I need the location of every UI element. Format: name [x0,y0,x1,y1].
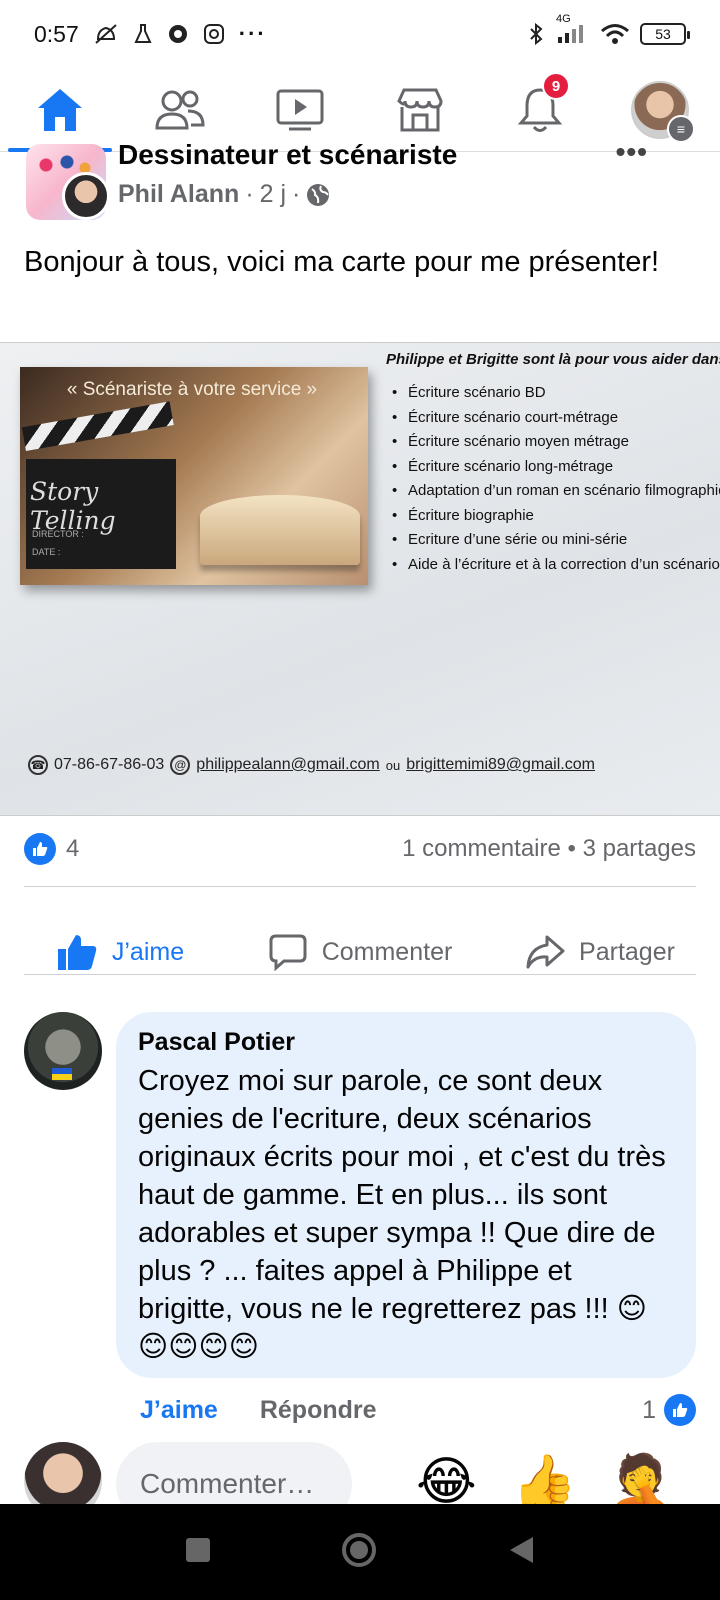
app-notification-icon [133,23,153,45]
service-item: Écriture biographie [392,504,720,529]
bluetooth-icon [528,22,544,46]
card-email-2: brigittemimi89@gmail.com [406,756,595,773]
globe-icon [307,183,330,206]
card-photo: « Scénariste à votre service » Story Tel… [20,367,368,585]
notifications-tab[interactable]: 9 [480,68,600,151]
comments-shares-count[interactable]: 1 commentaire • 3 partages [402,835,696,863]
like-reaction-icon [664,1394,696,1426]
post-author[interactable]: Phil Alann [118,180,239,209]
divider [24,974,696,975]
profile-avatar: ≡ [631,80,695,143]
post-time[interactable]: 2 j [260,180,286,209]
card-slogan: « Scénariste à votre service » [66,379,318,400]
battery-level: 53 [655,26,671,42]
card-email-1: philippealann@gmail.com [196,756,380,773]
notification-badge: 9 [542,72,570,100]
clapper-director: DIRECTOR : [32,529,84,539]
shop-icon [397,88,443,131]
reaction-count: 4 [66,835,80,862]
comment-actions: J’aime Répondre 1 [140,1390,696,1430]
share-label: Partager [579,937,675,966]
comment-reactions[interactable]: 1 [642,1394,696,1426]
recents-button[interactable] [185,1537,211,1568]
status-bar: 0:57 ··· 4G 53 [0,0,720,68]
like-reaction-icon [24,833,56,865]
more-notifications-icon: ··· [238,21,267,46]
comment-author[interactable]: Pascal Potier [138,1026,674,1058]
facepalm-sticker-reaction[interactable]: 🤦 [608,1452,673,1512]
home-button[interactable] [341,1532,377,1573]
author-avatar[interactable] [62,172,110,220]
service-item: Ecriture d’une série ou mini-série [392,528,720,553]
laughing-emoji-reaction[interactable]: 😂 [416,1452,477,1512]
service-item: Adaptation d’un roman en scénario filmog… [392,479,720,504]
friends-tab[interactable] [120,68,240,151]
phone-icon: ☎ [28,755,48,775]
clapperboard-image: Story Telling DIRECTOR : DATE : [21,401,176,569]
battery-icon: 53 [640,23,690,45]
thumbs-up-sticker-reaction[interactable]: 👍 [512,1452,577,1512]
book-image [200,495,360,565]
marketplace-tab[interactable] [360,68,480,151]
comment-input-placeholder: Commenter… [140,1468,315,1499]
comment-like-button[interactable]: J’aime [140,1396,218,1425]
comment-reply-button[interactable]: Répondre [260,1396,377,1425]
service-item: Écriture scénario court-métrage [392,406,720,431]
home-tab[interactable] [0,68,120,152]
card-phone: 07-86-67-86-03 [54,756,165,773]
post-header: Dessinateur et scénariste Phil Alann · 2… [26,136,696,220]
like-button[interactable]: J’aime [0,906,240,998]
friends-icon [155,90,205,129]
instagram-icon [203,23,225,45]
comment-button[interactable]: Commenter [240,906,480,998]
home-icon [38,88,82,131]
network-type: 4G [556,13,571,25]
chrome-icon [167,23,189,45]
circle-icon [342,1532,376,1567]
card-heading: Philippe et Brigitte sont là pour vous a… [386,351,720,368]
square-icon [186,1537,210,1562]
card-or: ou [385,757,401,773]
comment-reaction-count: 1 [642,1395,656,1424]
post-text: Bonjour à tous, voici ma carte pour me p… [24,246,660,278]
comment-bubble[interactable]: Pascal Potier Croyez moi sur parole, ce … [116,1012,696,1378]
thumbs-up-icon [57,935,97,970]
comment-icon [269,934,307,971]
clapper-fields: DIRECTOR : DATE : [32,525,84,561]
commenter-avatar[interactable] [24,1012,102,1090]
services-list: Écriture scénario BD Écriture scénario c… [392,381,720,577]
status-time: 0:57 [34,20,79,47]
wifi-icon [600,23,630,45]
meta-separator: · [245,180,254,208]
post-image[interactable]: « Scénariste à votre service » Story Tel… [0,342,720,816]
post-more-button[interactable]: ••• [616,136,648,168]
like-label: J’aime [111,937,185,966]
service-item: Aide à l’écriture et à la correction d’u… [392,553,720,578]
card-contact: ☎ 07-86-67-86-03 @ philippealann@gmail.c… [28,755,595,775]
comment-text: Croyez moi sur parole, ce sont deux geni… [138,1065,666,1363]
service-item: Écriture scénario moyen métrage [392,430,720,455]
comment-label: Commenter [321,937,453,966]
share-button[interactable]: Partager [480,906,720,998]
post-actions: J’aime Commenter Partager [0,906,720,998]
share-icon [526,935,565,969]
android-nav-bar [0,1504,720,1600]
triangle-back-icon [510,1536,533,1563]
do-not-disturb-icon [93,22,119,46]
service-item: Écriture scénario long-métrage [392,455,720,480]
service-item: Écriture scénario BD [392,381,720,406]
video-icon [276,89,324,130]
signal-icon: 4G [554,13,590,45]
meta-separator: · [292,180,301,208]
at-icon: @ [170,755,191,775]
menu-icon: ≡ [667,114,695,143]
reactions-summary[interactable]: 4 1 commentaire • 3 partages [24,826,696,872]
page-name[interactable]: Dessinateur et scénariste [118,140,457,168]
post-meta: Phil Alann · 2 j · [118,180,330,209]
clapper-date: DATE : [32,547,61,557]
watch-tab[interactable] [240,68,360,151]
back-button[interactable] [507,1535,535,1570]
divider [24,886,696,887]
